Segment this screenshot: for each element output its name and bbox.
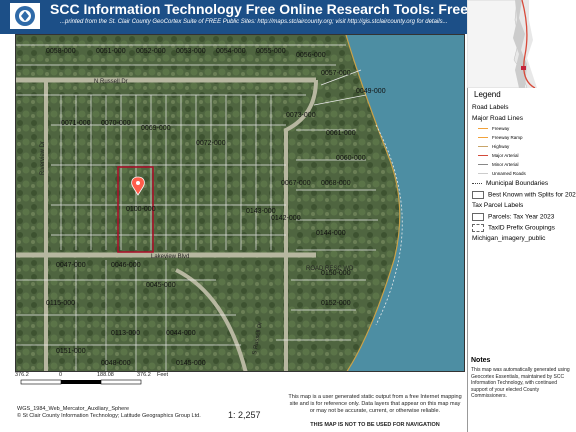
legend-dots-icon	[472, 182, 482, 184]
legend-item: Best Known with Splits for 202	[472, 191, 576, 199]
disclaimer-text: This map is a user generated static outp…	[288, 394, 462, 414]
scale-unit: Feet	[157, 372, 169, 378]
legend-label: Freeway Ramp	[492, 135, 523, 140]
parcel-label: 0151-000	[56, 348, 86, 355]
legend-item: Minor Arterial	[478, 162, 519, 168]
copyright-text: © St Clair County Information Technology…	[17, 413, 201, 419]
footer: 376.2 0 188.08 376.2 Feet WGS_1984_Web_M…	[15, 372, 465, 432]
legend-label: TaxID Prefix Groupings	[488, 224, 555, 232]
parcel-label: 0045-000	[146, 282, 176, 289]
parcel-label: 0150-000	[321, 270, 351, 277]
legend-line-icon	[478, 145, 488, 147]
parcel-label: 0044-000	[166, 330, 196, 337]
parcel-label: 0067-000	[281, 180, 311, 187]
road-label-n-russell: N Russell Dr	[94, 79, 128, 85]
scale-tick-0: 376.2	[15, 372, 29, 378]
parcel-label: 0145-000	[176, 360, 206, 367]
parcel-label: 0061-000	[326, 130, 356, 137]
parcel-label: 0051-000	[96, 48, 126, 55]
legend-item: Michigan_imagery_public	[472, 235, 545, 242]
parcel-label: 0069-000	[141, 125, 171, 132]
road-label-lakeview: Lakeview Blvd	[151, 254, 189, 260]
legend-panel: Legend Road Labels Major Road Lines Freewa…	[467, 88, 576, 355]
notes-panel: Notes This map was automatically generat…	[467, 355, 576, 432]
legend-line-icon	[478, 127, 488, 129]
parcel-label: 0055-000	[256, 48, 286, 55]
parcel-label: 0071-000	[61, 120, 91, 127]
legend-label: Major Road Lines	[472, 115, 523, 122]
parcel-label: 0052-000	[136, 48, 166, 55]
legend-label: Minor Arterial	[492, 162, 519, 167]
parcel-label: 0054-000	[216, 48, 246, 55]
parcel-label: 0056-000	[296, 52, 326, 59]
parcel-label: 0113-000	[111, 330, 140, 337]
scale-ratio: 1: 2,257	[228, 410, 261, 420]
county-logo-icon	[10, 3, 40, 29]
page-subtitle: ...printed from the St. Clair County Geo…	[60, 19, 448, 25]
legend-box-icon	[472, 191, 484, 199]
legend-label: Unnamed Roads	[492, 171, 526, 176]
parcel-label: 0053-000	[176, 48, 206, 55]
parcel-label: 0073-000	[286, 112, 316, 119]
parcel-label: 0060-000	[336, 155, 366, 162]
parcel-label: 0115-000	[46, 300, 75, 307]
scale-tick-3: 376.2	[137, 372, 151, 378]
legend-item: TaxID Prefix Groupings	[472, 224, 555, 232]
legend-item: Municipal Boundaries	[472, 180, 548, 187]
scale-bar	[20, 379, 142, 385]
legend-line-icon	[478, 154, 488, 156]
parcel-label: 0144-000	[316, 230, 346, 237]
parcel-label: 0070-000	[101, 120, 131, 127]
parcel-label: 0047-000	[56, 262, 86, 269]
legend-label: Best Known with Splits for 202	[488, 191, 576, 199]
legend-item: Major Road Lines	[472, 115, 523, 122]
parcel-label: 0049-000	[356, 88, 386, 95]
notes-text: This map was automatically generated usi…	[471, 367, 570, 400]
legend-item: Parcels: Tax Year 2023	[472, 213, 554, 221]
parcel-label: 0057-000	[321, 70, 351, 77]
legend-item: Road Labels	[472, 104, 509, 111]
legend-label: Major Arterial	[492, 153, 519, 158]
parcel-label: 0142-000	[271, 215, 301, 222]
parcel-label: 0068-000	[321, 180, 351, 187]
legend-label: Michigan_imagery_public	[472, 235, 546, 242]
road-label-riverview: Riverview Dr	[40, 141, 46, 175]
parcel-label: 0058-000	[46, 48, 76, 55]
parcel-label: 0100-000	[126, 206, 156, 213]
notes-title: Notes	[471, 357, 491, 364]
legend-box-icon	[472, 213, 484, 221]
legend-item: Freeway Ramp	[478, 135, 523, 141]
legend-line-icon	[478, 163, 488, 165]
legend-item: Unnamed Roads	[478, 171, 526, 177]
legend-item: Tax Parcel Labels	[472, 202, 523, 209]
overview-inset-map	[467, 0, 576, 88]
legend-label: Freeway	[492, 126, 510, 131]
parcel-label: 0072-000	[196, 140, 226, 147]
legend-line-icon	[478, 172, 488, 174]
legend-dashbox-icon	[472, 224, 484, 232]
projection-text: WGS_1984_Web_Mercator_Auxiliary_Sphere	[17, 406, 130, 412]
scale-tick-2: 188.08	[97, 372, 114, 378]
map-view[interactable]: N Russell Dr Riverview Dr Lakeview Blvd …	[15, 34, 465, 372]
legend-item: Highway	[478, 144, 509, 150]
legend-label: Parcels: Tax Year 2023	[488, 213, 555, 221]
legend-label: Road Labels	[472, 104, 509, 111]
navigation-warning: THIS MAP IS NOT TO BE USED FOR NAVIGATIO…	[310, 422, 440, 428]
parcel-label: 0046-000	[111, 262, 141, 269]
scale-tick-1: 0	[59, 372, 63, 378]
legend-label: Municipal Boundaries	[486, 180, 549, 187]
legend-label: Highway	[492, 144, 510, 149]
legend-title: Legend	[474, 90, 501, 99]
legend-item: Major Arterial	[478, 153, 519, 159]
parcel-label: 0152-000	[321, 300, 351, 307]
legend-label: Tax Parcel Labels	[472, 202, 524, 209]
parcel-label: 0048-000	[101, 360, 131, 367]
parcel-label: 0143-000	[246, 208, 276, 215]
legend-item: Freeway	[478, 126, 509, 132]
legend-line-icon	[478, 136, 488, 138]
header-banner: SCC Information Technology Free Online R…	[0, 0, 552, 34]
